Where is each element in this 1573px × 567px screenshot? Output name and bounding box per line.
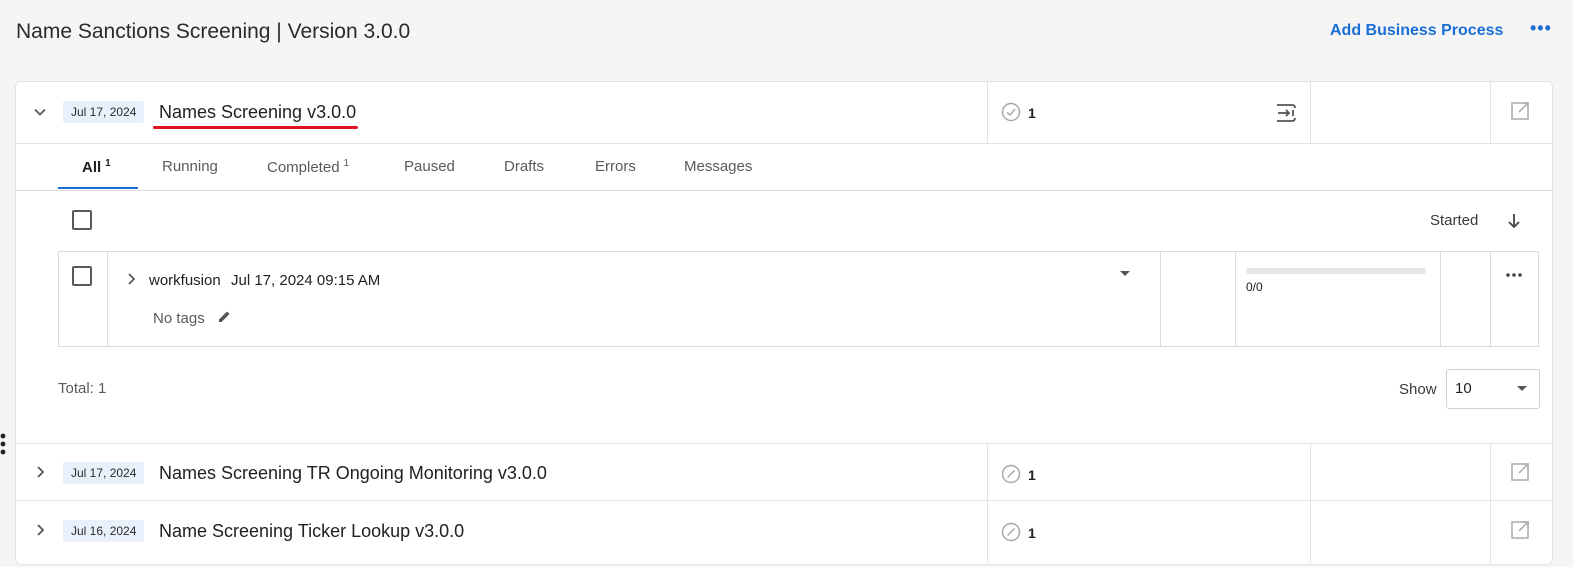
sort-label[interactable]: Started [1430,212,1478,229]
instance-tags: No tags [153,310,205,327]
disabled-circle-icon [1001,464,1021,484]
chevron-right-icon[interactable] [32,522,48,538]
more-horizontal-icon[interactable] [1505,272,1523,278]
process-list-card: Jul 17, 2024 Names Screening v3.0.0 1 Al… [15,81,1553,565]
arrow-down-icon[interactable] [1506,212,1522,230]
drag-handle-icon[interactable] [0,432,6,456]
process-row[interactable]: Jul 17, 2024 Names Screening v3.0.0 1 [16,82,1552,143]
page-size-value: 10 [1455,380,1472,397]
instance-progress-bar [1246,268,1426,274]
instance-checkbox[interactable] [72,266,92,286]
page-title: Name Sanctions Screening | Version 3.0.0 [16,20,411,43]
disabled-circle-icon [1001,522,1021,542]
process-date-badge: Jul 17, 2024 [63,462,145,484]
process-date-badge: Jul 17, 2024 [63,101,145,123]
process-name[interactable]: Names Screening TR Ongoing Monitoring v3… [159,463,547,484]
pencil-icon[interactable] [217,309,232,324]
open-external-icon[interactable] [1509,100,1531,122]
instance-count: 1 [1028,525,1036,541]
process-row[interactable]: Jul 16, 2024 Name Screening Ticker Looku… [16,500,1552,563]
chevron-down-icon[interactable] [32,104,48,120]
process-row[interactable]: Jul 17, 2024 Names Screening TR Ongoing … [16,443,1552,501]
select-all-checkbox[interactable] [72,210,92,230]
instance-date: Jul 17, 2024 09:15 AM [231,272,381,289]
chevron-down-icon [1517,386,1527,391]
more-horizontal-icon[interactable]: ••• [1530,18,1552,39]
instance-user: workfusion [149,272,221,289]
instance-count: 1 [1028,105,1036,121]
instance-row[interactable]: workfusion Jul 17, 2024 09:15 AM No tags… [58,251,1539,347]
tab-paused[interactable]: Paused [404,158,455,175]
total-count: Total: 1 [58,380,107,397]
process-date-badge: Jul 16, 2024 [63,520,145,542]
process-name[interactable]: Name Screening Ticker Lookup v3.0.0 [159,521,464,542]
toggle-transfer-icon[interactable] [1274,102,1298,124]
instance-count: 1 [1028,467,1036,483]
tab-completed[interactable]: Completed 1 [267,158,349,176]
open-external-icon[interactable] [1509,519,1531,541]
dropdown-caret-icon[interactable] [1119,270,1131,278]
highlight-underline [153,126,358,129]
chevron-right-icon[interactable] [125,272,137,286]
tab-running[interactable]: Running [162,158,218,175]
progress-text: 0/0 [1246,280,1263,294]
tab-all[interactable]: All 1 [82,158,111,176]
active-tab-indicator [58,187,138,189]
show-label: Show [1399,381,1437,398]
tab-errors[interactable]: Errors [595,158,636,175]
instance-tabs: All 1 Running Completed 1 Paused Drafts Er… [16,143,1552,191]
tab-messages[interactable]: Messages [684,158,752,175]
tab-drafts[interactable]: Drafts [504,158,544,175]
add-business-process-button[interactable]: Add Business Process [1330,22,1503,40]
check-circle-icon [1001,102,1021,122]
process-name[interactable]: Names Screening v3.0.0 [159,102,356,123]
page-size-select[interactable]: 10 [1446,369,1540,409]
chevron-right-icon[interactable] [32,464,48,480]
open-external-icon[interactable] [1509,461,1531,483]
